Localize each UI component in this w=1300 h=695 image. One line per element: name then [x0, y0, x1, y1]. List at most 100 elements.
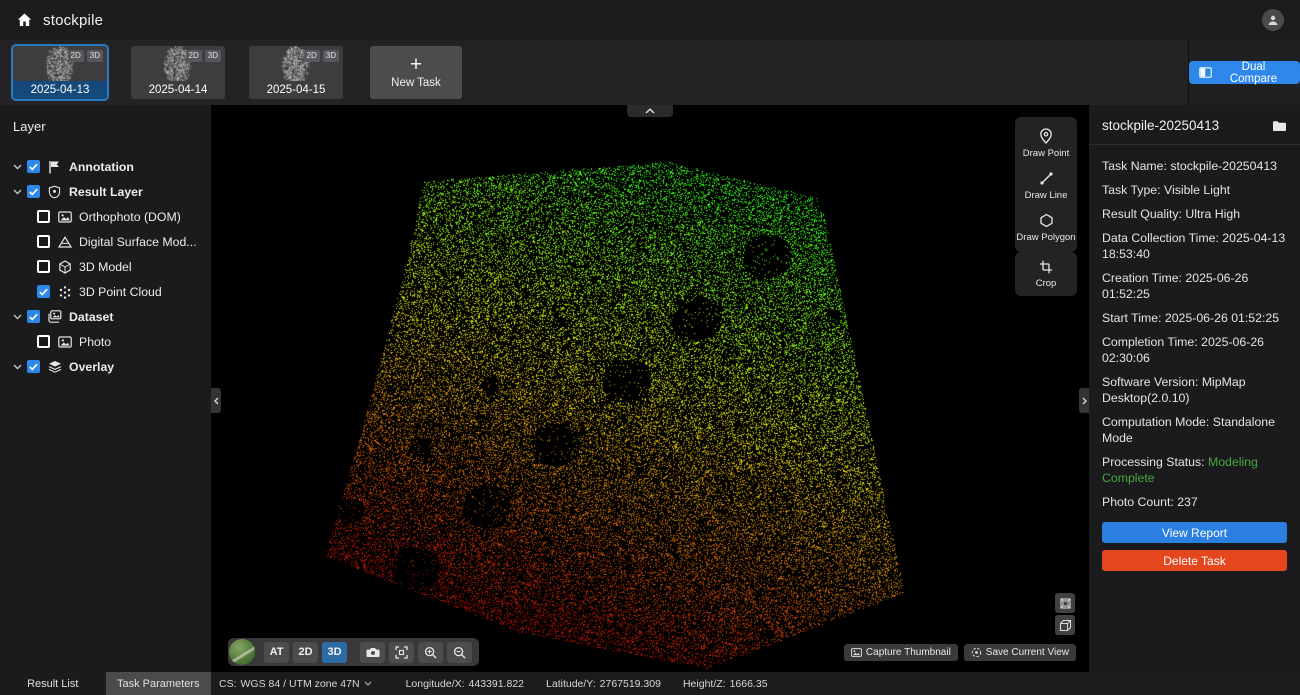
badge-2d: 2D: [68, 50, 84, 62]
badge-2d: 2D: [186, 50, 202, 62]
draw-point-tool[interactable]: Draw Point: [1015, 128, 1077, 159]
layer-item-3d-model[interactable]: 3D Model: [13, 254, 211, 279]
home-icon[interactable]: [16, 12, 33, 28]
checkbox-unchecked[interactable]: [37, 260, 50, 273]
field-result-quality: Result Quality: Ultra High: [1102, 206, 1287, 222]
view-cube-buttons: [1055, 593, 1075, 635]
draw-polygon-tool[interactable]: Draw Polygon: [1015, 213, 1077, 243]
badge-2d: 2D: [304, 50, 320, 62]
fit-view-icon: [395, 646, 408, 659]
checkbox-unchecked[interactable]: [37, 235, 50, 248]
collapse-left-panel-arrow[interactable]: [211, 388, 221, 413]
3d-view-button[interactable]: 3D: [322, 642, 347, 663]
task-card-2025-04-14[interactable]: 2D 3D 2025-04-14: [131, 46, 225, 99]
layer-item-orthophoto[interactable]: Orthophoto (DOM): [13, 204, 211, 229]
layer-item-annotation[interactable]: Annotation: [13, 154, 211, 179]
draw-line-icon: [1039, 171, 1054, 186]
layer-item-dsm[interactable]: Digital Surface Mod...: [13, 229, 211, 254]
draw-tools-panel: Draw Point Draw Line Draw Polygon: [1015, 117, 1077, 252]
longitude-readout: Longitude/X:443391.822: [406, 678, 524, 690]
chevron-down-icon[interactable]: [13, 364, 27, 370]
task-card-2025-04-13[interactable]: 2D 3D 2025-04-13: [13, 46, 107, 99]
coordinate-system[interactable]: CS: WGS 84 / UTM zone 47N: [219, 678, 372, 690]
screenshot-button[interactable]: [360, 642, 385, 663]
field-computation-mode: Computation Mode: Standalone Mode: [1102, 414, 1287, 446]
save-current-view-button[interactable]: Save Current View: [964, 644, 1076, 661]
point-cloud-canvas[interactable]: [211, 105, 1089, 672]
at-view-button[interactable]: AT: [264, 642, 289, 663]
cube-top-icon: [1059, 597, 1072, 610]
layer-item-photo[interactable]: Photo: [13, 329, 211, 354]
draw-line-tool[interactable]: Draw Line: [1015, 171, 1077, 201]
checkbox-checked[interactable]: [27, 360, 40, 373]
plus-icon: +: [410, 56, 422, 74]
layer-item-3d-point-cloud[interactable]: 3D Point Cloud: [13, 279, 211, 304]
zoom-in-button[interactable]: [418, 642, 443, 663]
map-viewport[interactable]: Draw Point Draw Line Draw Polygon Crop: [211, 105, 1089, 672]
collapse-right-panel-arrow[interactable]: [1079, 388, 1089, 413]
dataset-icon: [46, 310, 63, 323]
field-creation-time: Creation Time: 2025-06-26 01:52:25: [1102, 270, 1287, 302]
field-task-type: Task Type: Visible Light: [1102, 182, 1287, 198]
checkbox-unchecked[interactable]: [37, 335, 50, 348]
brand: stockpile: [16, 12, 103, 29]
layer-item-result-layer[interactable]: Result Layer: [13, 179, 211, 204]
chevron-down-icon[interactable]: [13, 164, 27, 170]
top-bar: stockpile: [0, 0, 1300, 40]
layer-item-dataset[interactable]: Dataset: [13, 304, 211, 329]
tab-task-parameters[interactable]: Task Parameters: [106, 672, 212, 695]
checkbox-checked[interactable]: [27, 310, 40, 323]
field-processing-status: Processing Status: Modeling Complete: [1102, 454, 1287, 486]
layer-panel: Layer Annotation Result Layer: [0, 105, 211, 672]
task-info-panel: stockpile-20250413 Task Name: stockpile-…: [1089, 105, 1300, 672]
2d-view-button[interactable]: 2D: [293, 642, 318, 663]
chevron-down-icon[interactable]: [13, 189, 27, 195]
new-task-button[interactable]: + New Task: [370, 46, 462, 99]
chevron-down-icon: [364, 681, 372, 686]
field-start-time: Start Time: 2025-06-26 01:52:25: [1102, 310, 1287, 326]
height-readout: Height/Z:1666.35: [683, 678, 768, 690]
badge-3d: 3D: [323, 50, 339, 62]
fit-view-button[interactable]: [389, 642, 414, 663]
crop-tool[interactable]: Crop: [1015, 260, 1077, 289]
collapse-taskbar-handle[interactable]: [627, 105, 673, 117]
field-task-name: Task Name: stockpile-20250413: [1102, 158, 1287, 174]
capture-thumbnail-button[interactable]: Capture Thumbnail: [844, 644, 958, 661]
draw-point-icon: [1039, 128, 1053, 144]
checkbox-checked[interactable]: [27, 185, 40, 198]
taskbar-right-section: Dual Compare: [1188, 40, 1300, 105]
perspective-cube-button[interactable]: [1055, 615, 1075, 635]
minimap-thumbnail[interactable]: [229, 639, 255, 665]
badge-3d: 3D: [205, 50, 221, 62]
task-card-2025-04-15[interactable]: 2D 3D 2025-04-15: [249, 46, 343, 99]
checkbox-checked[interactable]: [27, 160, 40, 173]
snapshot-buttons: Capture Thumbnail Save Current View: [844, 644, 1076, 661]
chevron-down-icon[interactable]: [13, 314, 27, 320]
user-avatar[interactable]: [1262, 9, 1284, 31]
dual-compare-button[interactable]: Dual Compare: [1189, 61, 1300, 84]
status-bar: CS: WGS 84 / UTM zone 47N Longitude/X:44…: [211, 672, 1300, 695]
folder-icon[interactable]: [1272, 120, 1287, 132]
crop-panel: Crop: [1015, 252, 1077, 296]
checkbox-unchecked[interactable]: [37, 210, 50, 223]
orthophoto-icon: [56, 211, 73, 223]
ortho-cube-button[interactable]: [1055, 593, 1075, 613]
zoom-out-icon: [453, 646, 466, 659]
layer-panel-title: Layer: [13, 119, 211, 134]
delete-task-button[interactable]: Delete Task: [1102, 550, 1287, 571]
layer-item-overlay[interactable]: Overlay: [13, 354, 211, 379]
tab-result-list[interactable]: Result List: [0, 672, 106, 695]
field-completion-time: Completion Time: 2025-06-26 02:30:06: [1102, 334, 1287, 366]
divider: [1089, 144, 1300, 145]
user-icon: [1267, 14, 1279, 26]
crop-icon: [1039, 260, 1053, 274]
flag-icon: [46, 160, 63, 174]
cube-3d-icon: [1059, 619, 1072, 632]
badge-3d: 3D: [87, 50, 103, 62]
view-report-button[interactable]: View Report: [1102, 522, 1287, 543]
chevron-left-icon: [214, 397, 219, 405]
task-thumbnail-bar: 2D 3D 2025-04-13 2D 3D 2025-04-14 2D 3D …: [0, 40, 1300, 105]
checkbox-checked[interactable]: [37, 285, 50, 298]
zoom-out-button[interactable]: [447, 642, 472, 663]
layer-tree: Annotation Result Layer Orthophoto (DOM): [13, 154, 211, 379]
